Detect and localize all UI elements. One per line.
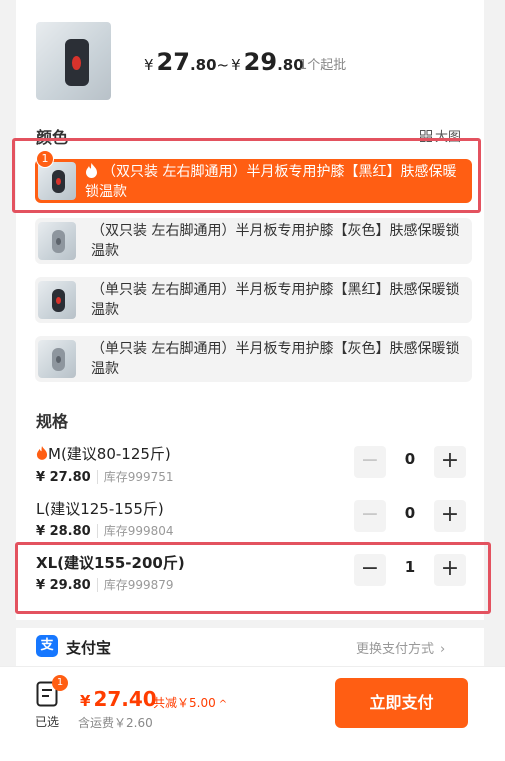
payment-method: 支付宝: [66, 639, 112, 657]
alipay-icon: 支: [36, 635, 58, 657]
spec-name-label: M(建议80-125斤): [48, 445, 171, 463]
color-option-label: （双只装 左右脚通用）半月板专用护膝【灰色】肤感保暖锁温款: [91, 223, 460, 259]
spec-price-l: ¥ 28.80 库存999804: [36, 522, 174, 539]
spec-price-value: ¥ 27.80: [36, 470, 91, 485]
price-from: 27: [156, 48, 190, 76]
section-divider: [16, 620, 484, 628]
price-separator: ~: [216, 56, 230, 74]
product-thumbnail: [36, 22, 111, 100]
discount-toggle[interactable]: 共减￥5.00 ^: [153, 694, 227, 711]
spec-section-title: 规格: [36, 412, 69, 431]
bottom-bar: 1 已选 ¥27.40 共减￥5.00 ^ 含运费￥2.60 立即支付: [0, 666, 505, 761]
total-currency: ¥: [80, 692, 91, 710]
spec-name-m: M(建议80-125斤): [36, 443, 171, 464]
change-payment-link[interactable]: 更换支付方式 ›: [356, 638, 445, 657]
highlight-selected-color: [12, 138, 481, 213]
minus-button[interactable]: −: [354, 500, 386, 532]
discount-amount: 共减￥5.00: [153, 696, 216, 710]
selected-list-button[interactable]: 1 已选: [32, 675, 72, 729]
chevron-up-icon: ^: [218, 699, 228, 710]
color-option-3[interactable]: （单只装 左右脚通用）半月板专用护膝【黑红】肤感保暖锁温款: [35, 277, 472, 323]
total-amount: 27.40: [93, 687, 157, 711]
highlight-selected-spec: [15, 542, 491, 614]
chevron-right-icon: ›: [440, 642, 446, 657]
min-order: 1个起批: [299, 58, 347, 73]
option-thumbnail: [38, 340, 76, 378]
price-currency: ¥: [144, 56, 154, 74]
color-option-4[interactable]: （单只装 左右脚通用）半月板专用护膝【灰色】肤感保暖锁温款: [35, 336, 472, 382]
option-thumbnail: [38, 222, 76, 260]
quantity-value[interactable]: 0: [394, 504, 426, 522]
spec-stock: 库存999751: [96, 470, 174, 484]
spec-price-value: ¥ 28.80: [36, 524, 91, 539]
quantity-stepper-m: − 0 +: [354, 446, 466, 478]
order-total: ¥27.40: [80, 687, 157, 711]
shipping-fee: 含运费￥2.60: [78, 716, 153, 730]
change-payment-label: 更换支付方式: [356, 642, 435, 657]
fire-icon: [36, 446, 48, 460]
price-from-decimal: .80: [189, 56, 217, 74]
color-option-label: （单只装 左右脚通用）半月板专用护膝【灰色】肤感保暖锁温款: [91, 341, 460, 377]
spec-stock: 库存999804: [96, 524, 174, 538]
plus-button[interactable]: +: [434, 446, 466, 478]
sku-sheet: ¥27.80~ ¥29.80 1个起批 颜色 大图 （双只装 左右脚通用）半月板专…: [16, 0, 484, 761]
spec-name-l: L(建议125-155斤): [36, 500, 164, 518]
color-option-2[interactable]: （双只装 左右脚通用）半月板专用护膝【灰色】肤感保暖锁温款: [35, 218, 472, 264]
price-to: 29: [243, 48, 278, 76]
quantity-stepper-l: − 0 +: [354, 500, 466, 532]
plus-button[interactable]: +: [434, 500, 466, 532]
cart-count-badge: 1: [52, 675, 68, 691]
quantity-value[interactable]: 0: [394, 450, 426, 468]
price-range: ¥27.80~ ¥29.80: [144, 48, 304, 82]
selected-label: 已选: [35, 715, 60, 729]
minus-button[interactable]: −: [354, 446, 386, 478]
option-thumbnail: [38, 281, 76, 319]
spec-price-m: ¥ 27.80 库存999751: [36, 468, 174, 485]
pay-now-button[interactable]: 立即支付: [335, 678, 468, 728]
color-option-label: （单只装 左右脚通用）半月板专用护膝【黑红】肤感保暖锁温款: [91, 282, 460, 318]
price-currency-2: ¥: [231, 56, 241, 74]
